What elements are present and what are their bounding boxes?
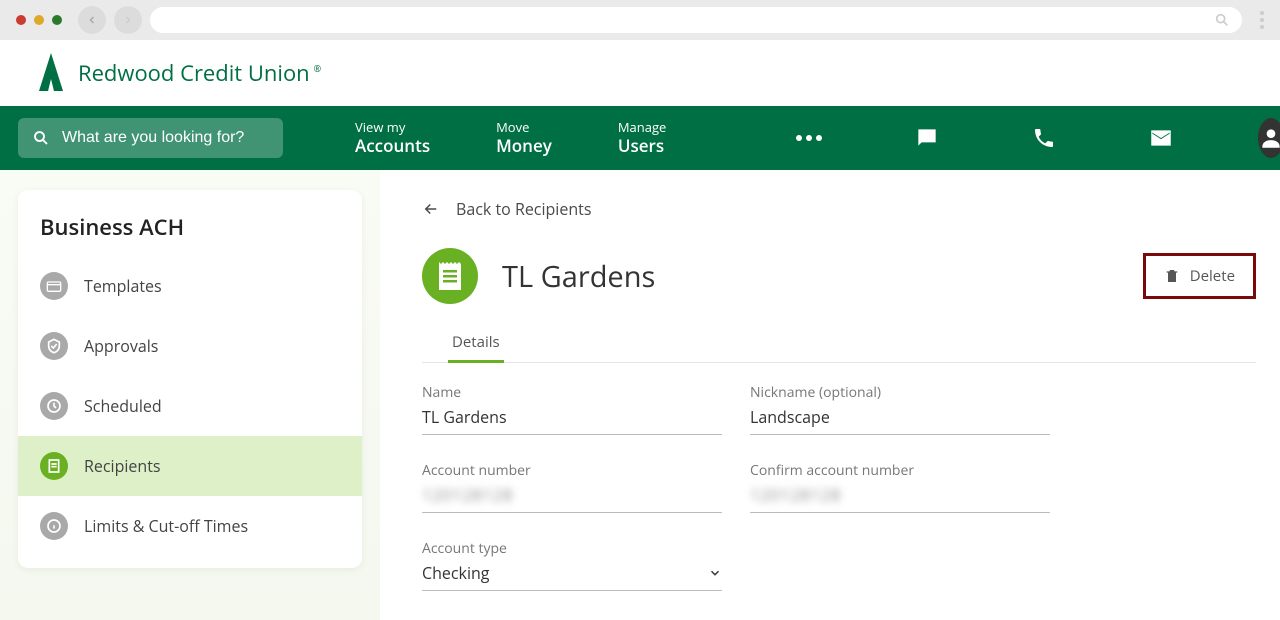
sidebar-item-templates[interactable]: Templates [18,256,362,316]
recipient-receipt-icon [422,248,478,304]
browser-forward-button[interactable] [114,6,142,34]
receipt-icon [40,452,68,480]
delete-button[interactable]: Delete [1143,253,1256,299]
brand-logo[interactable]: Redwood Credit Union ® [36,51,321,95]
confirm-account-number-input[interactable]: 120128128 [750,484,1050,513]
sidebar-item-scheduled[interactable]: Scheduled [18,376,362,436]
account-number-input[interactable]: 120128128 [422,484,722,513]
logo-bar: Redwood Credit Union ® [0,40,1280,106]
name-label: Name [422,383,722,402]
logo-tree-icon [36,51,66,95]
chevron-down-icon [708,566,722,580]
templates-icon [40,272,68,300]
mail-icon[interactable] [1148,124,1174,152]
sidebar-item-approvals[interactable]: Approvals [18,316,362,376]
tabs: Details [422,324,1256,363]
delete-label: Delete [1190,266,1235,286]
arrow-left-icon [422,200,440,218]
nav-money[interactable]: Move Money [496,120,552,156]
nickname-label: Nickname (optional) [750,383,1050,402]
account-type-label: Account type [422,539,722,558]
sidebar-item-label: Templates [84,275,162,297]
nickname-input[interactable]: Landscape [750,406,1050,435]
maximize-window-icon[interactable] [52,15,62,25]
info-icon [40,512,68,540]
browser-back-button[interactable] [78,6,106,34]
account-number-label: Account number [422,461,722,480]
back-to-recipients-link[interactable]: Back to Recipients [422,198,1256,220]
messages-icon[interactable] [914,124,940,152]
sidebar-item-label: Approvals [84,335,158,357]
browser-menu-icon[interactable] [1260,11,1264,29]
profile-avatar[interactable] [1258,118,1280,158]
approvals-icon [40,332,68,360]
trash-icon [1164,267,1180,285]
main-panel: Back to Recipients TL Gardens Delete Det… [380,170,1280,620]
name-input[interactable]: TL Gardens [422,406,722,435]
sidebar-item-label: Limits & Cut-off Times [84,515,248,537]
nav-accounts[interactable]: View my Accounts [355,120,430,156]
sidebar: Business ACH Templates Approvals Schedul… [18,190,362,568]
sidebar-item-recipients[interactable]: Recipients [18,436,362,496]
minimize-window-icon[interactable] [34,15,44,25]
clock-icon [40,392,68,420]
search-icon [32,129,50,147]
logo-text: Redwood Credit Union [78,58,310,88]
more-menu-icon[interactable] [796,124,822,152]
phone-icon[interactable] [1032,124,1056,152]
confirm-account-number-label: Confirm account number [750,461,1050,480]
address-bar[interactable] [150,7,1242,33]
tab-details[interactable]: Details [448,324,504,362]
primary-nav: View my Accounts Move Money Manage Users [0,106,1280,170]
browser-chrome [0,0,1280,40]
account-type-select[interactable]: Checking [422,562,722,591]
search-icon [1214,12,1230,28]
site-search[interactable] [18,118,283,158]
site-search-input[interactable] [62,129,269,147]
page-title: TL Gardens [502,257,1143,296]
sidebar-item-limits[interactable]: Limits & Cut-off Times [18,496,362,556]
sidebar-item-label: Recipients [84,455,161,477]
back-label: Back to Recipients [456,198,591,220]
nav-users[interactable]: Manage Users [618,120,666,156]
window-controls [16,15,62,25]
person-icon [1258,125,1280,151]
sidebar-title: Business ACH [18,212,362,256]
close-window-icon[interactable] [16,15,26,25]
sidebar-item-label: Scheduled [84,395,162,417]
